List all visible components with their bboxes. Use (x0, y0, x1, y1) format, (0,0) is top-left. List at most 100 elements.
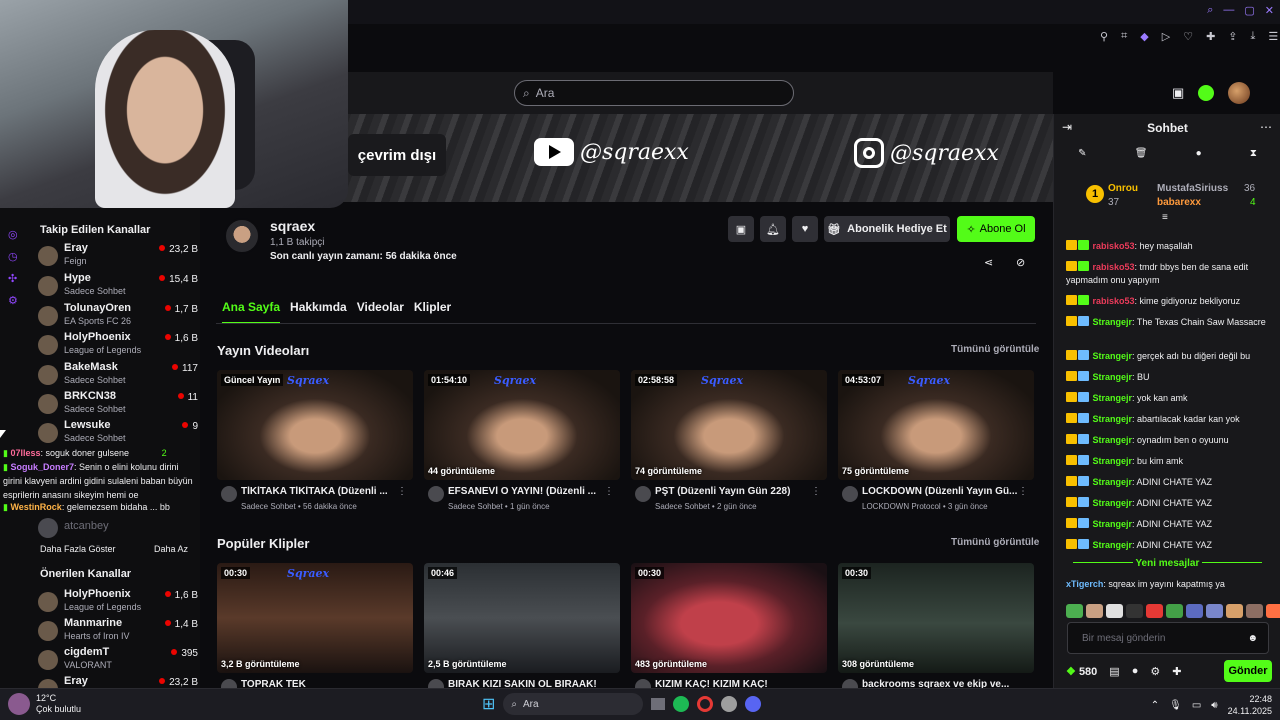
tab-clips[interactable]: Klipler (414, 300, 451, 324)
video-card[interactable]: Sqraex Güncel Yayın TİKİTAKA TİKİTAKA (Dü… (217, 370, 413, 515)
emoji-icon[interactable]: ☻ (1247, 633, 1258, 644)
clock-icon[interactable]: ◷ (8, 250, 18, 263)
emote-icon[interactable] (1066, 604, 1083, 618)
volume-icon[interactable]: 🔊︎ (1211, 700, 1217, 711)
emote-icon[interactable] (1146, 604, 1163, 618)
chat-username[interactable]: Strangejr (1093, 393, 1133, 403)
sidebar-channel[interactable]: Hype Sadece Sohbet 15,4 B (38, 272, 198, 300)
menu-icon[interactable]: ☰ (1268, 30, 1278, 43)
ticket-icon[interactable]: ▣ (1172, 85, 1184, 101)
notification-button[interactable]: 🔔︎ (760, 216, 786, 242)
more-icon[interactable]: ⋮ (1018, 486, 1028, 497)
sidebar-channel[interactable]: Eray 23,2 B (38, 675, 198, 688)
controller-icon[interactable]: ✣ (8, 272, 17, 285)
emote-icon[interactable] (1166, 604, 1183, 618)
emote-icon[interactable] (1226, 604, 1243, 618)
video-title[interactable]: EFSANEVİ O YAYIN! (Düzenli ... (448, 486, 608, 497)
sidebar-channel[interactable]: TolunayOren EA Sports FC 26 1,7 B (38, 302, 198, 330)
send-button[interactable]: Gönder (1224, 660, 1272, 682)
search-icon[interactable]: ⌕ (1207, 4, 1213, 17)
close-icon[interactable]: ✕ (1265, 4, 1274, 17)
kick-logo-icon[interactable] (1198, 85, 1215, 101)
settings-icon[interactable]: ⚙ (8, 294, 18, 307)
chat-username[interactable]: Strangejr (1093, 540, 1133, 550)
sidebar-channel-offline[interactable]: atcanbey (38, 514, 198, 542)
chat-username[interactable]: rabisko53 (1093, 241, 1135, 251)
youtube-link[interactable]: @sqraexx (534, 138, 689, 166)
crop-icon[interactable]: ⌗ (1121, 30, 1127, 43)
mini-player-button[interactable]: ▣ (728, 216, 754, 242)
heart-icon[interactable]: ♡ (1183, 30, 1193, 43)
tab-videos[interactable]: Videolar (357, 300, 404, 324)
more-icon[interactable]: ⋮ (397, 486, 407, 497)
tab-home[interactable]: Ana Sayfa (222, 300, 281, 324)
sidebar-channel[interactable]: BakeMask Sadece Sohbet 117 (38, 361, 198, 389)
search-input[interactable]: ⌕ Ara (514, 80, 794, 106)
points-display[interactable]: ❖ 580 (1066, 665, 1097, 678)
sidebar-channel[interactable]: Lewsuke Sadece Sohbet 9 (38, 419, 198, 447)
new-messages-divider[interactable]: Yeni mesajlar (1054, 558, 1280, 569)
emote-icon[interactable] (1106, 604, 1123, 618)
collapse-chat-icon[interactable]: ⇥ (1062, 120, 1072, 134)
clip-thumbnail[interactable]: Sqraex 00:30 3,2 B görüntüleme (217, 563, 413, 673)
chat-username[interactable]: rabisko53 (1093, 262, 1135, 272)
compass-icon[interactable]: ◎ (8, 228, 18, 241)
sidebar-channel[interactable]: Manmarine Hearts of Iron IV 1,4 B (38, 617, 198, 645)
video-thumbnail[interactable]: Sqraex 04:53:07 75 görüntüleme (838, 370, 1034, 480)
show-more-link[interactable]: Daha Fazla Göster (40, 544, 116, 554)
tab-about[interactable]: Hakkımda (290, 300, 347, 324)
shield-icon[interactable]: ◆ (1140, 30, 1148, 43)
expand-icon[interactable]: ≡ (1162, 212, 1168, 223)
avatar[interactable] (1228, 82, 1251, 104)
mic-icon[interactable]: 🎙︎ (1169, 700, 1182, 711)
minimize-icon[interactable]: — (1223, 4, 1234, 17)
maximize-icon[interactable]: ▢ (1244, 4, 1254, 17)
sidebar-channel[interactable]: cigdemT VALORANT 395 (38, 646, 198, 674)
video-thumbnail[interactable]: Sqraex 02:58:58 74 görüntüleme (631, 370, 827, 480)
clip-card[interactable]: 00:30 483 görüntüleme KIZIM KAÇ! KIZIM KA… (631, 563, 827, 688)
clip-card[interactable]: 00:30 308 görüntüleme backrooms sqraex ve… (838, 563, 1034, 688)
gifter-name[interactable]: MustafaSiriuss (1157, 183, 1228, 194)
discord-icon[interactable] (745, 696, 762, 712)
chat-username[interactable]: Strangejr (1093, 519, 1133, 529)
chat-username[interactable]: Strangejr (1093, 477, 1133, 487)
see-all-videos[interactable]: Tümünü görüntüle (951, 344, 1039, 355)
emote-icon[interactable] (1186, 604, 1203, 618)
channel-avatar[interactable] (224, 218, 260, 254)
chat-username[interactable]: Strangejr (1093, 498, 1133, 508)
play-icon[interactable]: ▷ (1162, 30, 1170, 43)
follow-button[interactable]: ♥ (792, 216, 818, 242)
chat-username[interactable]: Strangejr (1093, 456, 1133, 466)
clip-title[interactable]: BIRAK KIZI SAKIN OL BIRAAK! (448, 679, 608, 688)
clip-card[interactable]: 00:46 2,5 B görüntüleme BIRAK KIZI SAKIN … (424, 563, 620, 688)
store-icon[interactable]: ▤ (1109, 665, 1119, 678)
clip-title[interactable]: backrooms sqraex ve ekip ve... (862, 679, 1022, 688)
share-icon[interactable]: ⇪ (1228, 30, 1237, 43)
taskbar-search[interactable]: ⌕ Ara (503, 693, 644, 715)
gifter-name[interactable]: babarexx (1157, 197, 1201, 208)
monitor-icon[interactable]: ▭ (1192, 700, 1201, 711)
sidebar-channel[interactable]: BRKCN38 Sadece Sohbet 11 (38, 390, 198, 418)
emote-icon[interactable] (1246, 604, 1263, 618)
clip-thumbnail[interactable]: 00:46 2,5 B görüntüleme (424, 563, 620, 673)
video-card[interactable]: Sqraex 02:58:58 74 görüntüleme PŞT (Düzenl… (631, 370, 827, 515)
sidebar-channel[interactable]: Eray Feign 23,2 B (38, 242, 198, 270)
chat-username[interactable]: rabisko53 (1093, 296, 1135, 306)
more-icon[interactable]: ⋯ (1260, 120, 1272, 134)
chat-username[interactable]: xTigerch (1066, 579, 1103, 589)
pin-icon[interactable]: ✎ (1078, 148, 1086, 159)
emote-icon[interactable] (1206, 604, 1223, 618)
emote-icon[interactable] (1266, 604, 1280, 618)
chat-username[interactable]: Strangejr (1093, 317, 1133, 327)
window-controls[interactable]: ⌕ — ▢ ✕ (1207, 4, 1274, 17)
sidebar-channel[interactable]: HolyPhoenix League of Legends 1,6 B (38, 588, 198, 616)
chat-username[interactable]: Strangejr (1093, 435, 1133, 445)
download-icon[interactable]: ⤓ (1251, 30, 1256, 43)
windows-start-icon[interactable]: ⊞ (482, 694, 495, 714)
subscribe-button[interactable]: ✧ Abone Ol (957, 216, 1035, 242)
hourglass-icon[interactable]: ⧗ (1250, 148, 1257, 159)
settings-icon[interactable]: ⚙ (1150, 665, 1160, 678)
more-icon[interactable]: ⋮ (811, 486, 821, 497)
share-icon[interactable]: ⋖ (984, 256, 993, 269)
video-thumbnail[interactable]: Sqraex Güncel Yayın (217, 370, 413, 480)
